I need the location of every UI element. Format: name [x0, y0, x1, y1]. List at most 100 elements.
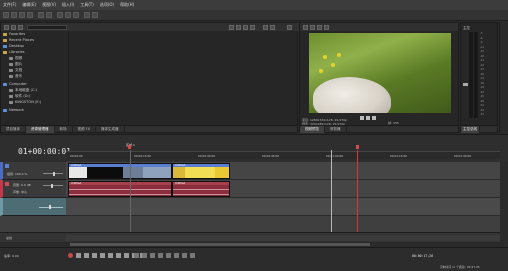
record-icon[interactable] — [68, 253, 73, 258]
properties-icon[interactable] — [84, 12, 90, 18]
menu-help[interactable]: 帮助(H) — [120, 2, 134, 8]
normal-edit-tool-icon[interactable] — [134, 253, 139, 258]
flower-shape — [323, 55, 327, 59]
trim-icon[interactable] — [174, 253, 179, 258]
video-preview-pane: 项目: 1280x720x128, 29.970p 预览: 320x180x12… — [299, 22, 459, 133]
forward-icon[interactable] — [11, 24, 16, 30]
video-clip[interactable]: Untitled — [172, 163, 230, 179]
track-pan: 声像: 中心 — [13, 190, 27, 194]
split-screen-icon[interactable] — [310, 24, 315, 30]
video-track-icon — [5, 164, 9, 168]
open-icon[interactable] — [11, 12, 17, 18]
tab-master-bus[interactable]: 主控总线 — [461, 125, 480, 133]
meter-scale-label: -54 — [480, 108, 484, 112]
menu-insert[interactable]: 插入(I) — [62, 2, 74, 8]
timecode-display: 01+00:00:01 — [18, 147, 71, 156]
tab-transitions[interactable]: 转场 — [55, 125, 73, 133]
path-field[interactable] — [27, 24, 67, 30]
region-icon[interactable] — [190, 253, 195, 258]
playhead-cursor[interactable] — [331, 150, 332, 232]
marker-icon[interactable] — [182, 253, 187, 258]
cut-icon[interactable] — [57, 12, 63, 18]
tree-item-network[interactable]: Network — [3, 107, 24, 113]
tree-item-music[interactable]: 音乐 — [9, 73, 22, 79]
region-marker-end[interactable] — [356, 145, 359, 149]
track-header-selected[interactable] — [0, 198, 66, 216]
play-icon[interactable] — [360, 116, 364, 120]
volume-icon[interactable] — [270, 24, 275, 30]
loop-icon[interactable] — [76, 253, 81, 258]
time-ruler[interactable]: 00:00:00 00:00:15:00 00:00:30:00 00:00:4… — [66, 151, 500, 159]
preview-settings-icon[interactable] — [303, 24, 308, 30]
play-icon[interactable] — [92, 253, 97, 258]
refresh-icon[interactable] — [229, 24, 234, 30]
video-clip[interactable]: Untitled — [68, 163, 172, 179]
copy-icon[interactable] — [65, 12, 71, 18]
ruler-label: 00:00:45:00 — [262, 154, 280, 158]
right-scrollbar[interactable] — [499, 22, 508, 133]
undo-icon[interactable] — [38, 12, 44, 18]
back-icon[interactable] — [4, 24, 9, 30]
play-icon[interactable] — [243, 24, 248, 30]
audio-clip[interactable]: Untitled — [172, 181, 230, 197]
split-icon[interactable] — [166, 253, 171, 258]
scrollbar-thumb[interactable] — [70, 243, 370, 246]
new-project-icon[interactable] — [3, 12, 9, 18]
edit-tools — [134, 253, 195, 258]
envelope-tool-icon[interactable] — [142, 253, 147, 258]
views-icon[interactable] — [236, 24, 241, 30]
track-header-video[interactable]: 级别: 100.0 % — [0, 162, 66, 180]
play-from-start-icon[interactable] — [84, 253, 89, 258]
ruler-label: 00:00:00 — [70, 154, 83, 158]
redo-icon[interactable] — [46, 12, 52, 18]
tab-project-media[interactable]: 项目媒体 — [1, 125, 26, 133]
tree-item-drive-e[interactable]: KINGSTON (E:) — [9, 99, 41, 105]
stop-icon[interactable] — [250, 24, 255, 30]
stop-icon[interactable] — [372, 116, 376, 120]
clip-name: Untitled — [175, 182, 186, 185]
menu-icon[interactable] — [287, 24, 292, 30]
zoom-tool-icon[interactable] — [158, 253, 163, 258]
stop-icon[interactable] — [108, 253, 113, 258]
selection-tool-icon[interactable] — [150, 253, 155, 258]
main-toolbar — [0, 10, 508, 21]
menu-tools[interactable]: 工具(T) — [80, 2, 94, 8]
drive-icon — [9, 88, 13, 92]
help-icon[interactable] — [92, 12, 98, 18]
menu-view[interactable]: 视图(V) — [42, 2, 56, 8]
paste-icon[interactable] — [73, 12, 79, 18]
drive-icon — [9, 94, 13, 98]
level-slider-handle[interactable] — [53, 171, 55, 176]
render-icon[interactable] — [27, 12, 33, 18]
ruler-label: 00:01:00:00 — [326, 154, 344, 158]
tab-explorer[interactable]: 资源管理器 — [26, 125, 55, 133]
pause-icon[interactable] — [366, 116, 370, 120]
menu-options[interactable]: 选项(O) — [100, 2, 114, 8]
audio-clip[interactable]: Untitled — [68, 181, 172, 197]
meter-scale: -3 -6 -9 -12 -15 -18 -21 -24 -27 -30 -33 -36 -39 -42-… — [480, 32, 494, 118]
tab-trimmer[interactable]: 修剪器 — [325, 125, 347, 133]
tab-video-fx[interactable]: 视频 FX — [73, 125, 97, 133]
menu-edit[interactable]: 编辑(E) — [22, 2, 36, 8]
master-bus-pane: 主控 -3 -6 -9 -12 -15 -18 -21 -24 -27 -30 -33 -36 -39-… — [460, 22, 498, 133]
pause-icon[interactable] — [100, 253, 105, 258]
up-folder-icon[interactable] — [18, 24, 23, 30]
track-slider[interactable] — [39, 207, 63, 208]
go-to-end-icon[interactable] — [124, 253, 129, 258]
region-marker-start[interactable] — [128, 145, 131, 149]
tab-media-generators[interactable]: 媒体生成器 — [96, 125, 125, 133]
volume-slider[interactable] — [43, 185, 63, 186]
track-header-audio[interactable]: 音量: 0.0 dB 声像: 中心 — [0, 180, 66, 198]
snapshot-icon[interactable] — [324, 24, 329, 30]
save-icon[interactable] — [19, 12, 25, 18]
tab-video-preview[interactable]: 视频预览 — [300, 125, 325, 133]
loop-icon[interactable] — [263, 24, 268, 30]
volume-slider-handle[interactable] — [51, 183, 53, 188]
folder-icon — [3, 38, 7, 42]
fader-handle[interactable] — [463, 83, 468, 86]
track-slider-handle[interactable] — [49, 205, 51, 209]
go-to-start-icon[interactable] — [116, 253, 121, 258]
computer-icon — [3, 82, 7, 86]
overlays-icon[interactable] — [317, 24, 322, 30]
menu-file[interactable]: 文件(F) — [3, 2, 16, 8]
